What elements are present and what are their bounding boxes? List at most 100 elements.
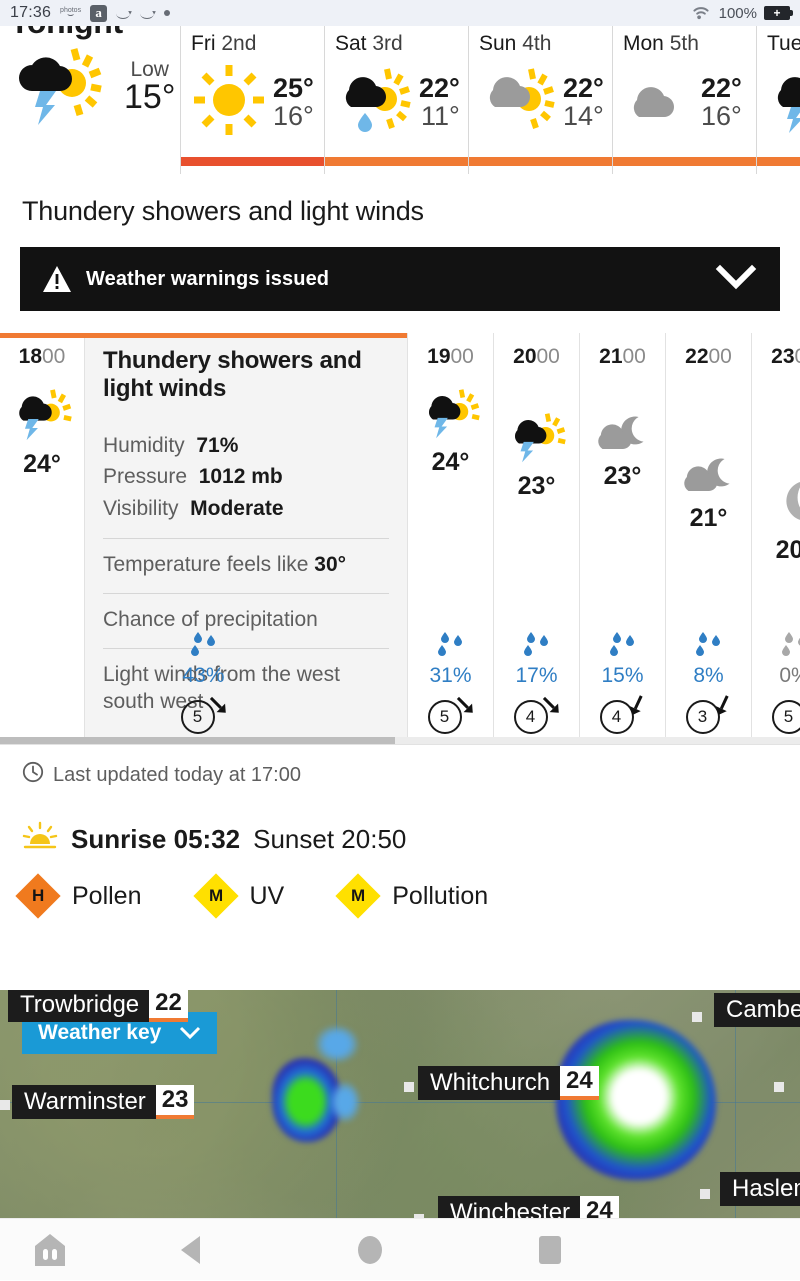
day-card-tue[interactable]: Tue xyxy=(756,26,800,174)
sunrise-icon xyxy=(22,821,58,858)
hour-precip-value: 17% xyxy=(515,664,557,688)
smile-icon xyxy=(140,8,155,18)
hour-precip: 15% xyxy=(580,631,665,688)
divider xyxy=(103,593,389,594)
map-label-winchester[interactable]: Winchester 24 xyxy=(438,1196,619,1218)
day-temps: 25° 16° xyxy=(273,74,314,131)
hour-temp: 21° xyxy=(690,504,728,533)
weather-warning-section: Weather warnings issued xyxy=(0,227,800,311)
weather-warning-banner[interactable]: Weather warnings issued xyxy=(20,247,780,311)
hour-wind: 5 xyxy=(752,694,800,738)
day-card-tonight[interactable]: Tonight Low xyxy=(0,26,180,174)
hour-time: 2200 xyxy=(685,345,732,369)
wind-badge: 4 xyxy=(597,694,649,738)
hour-card-selected[interactable]: 1800 24° xyxy=(0,333,407,744)
day-temp-bar xyxy=(469,157,612,166)
hour-wind: 4 xyxy=(580,694,665,738)
map-label-camberley[interactable]: Camberley xyxy=(714,993,800,1027)
map-label-whitchurch[interactable]: Whitchurch 24 xyxy=(418,1066,599,1100)
status-bar-left: 17:36 photos ⌣ a xyxy=(10,4,170,22)
status-time: 17:36 xyxy=(10,4,51,22)
hour-precip: 0% xyxy=(752,631,800,688)
last-updated: Last updated today at 17:00 xyxy=(0,745,800,789)
thunder-sun-icon xyxy=(767,63,800,142)
cloud-icon xyxy=(623,70,695,135)
day-temp-bar xyxy=(325,157,468,166)
map-label-warminster[interactable]: Warminster 23 xyxy=(12,1085,194,1119)
battery-percent: 100% xyxy=(719,5,757,22)
recents-icon[interactable] xyxy=(460,1219,640,1281)
android-navigation-bar[interactable] xyxy=(0,1218,800,1280)
feels-like-value: 30° xyxy=(314,553,346,576)
hour-card-1900[interactable]: 1900 24° xyxy=(407,333,493,744)
day-card-sun[interactable]: Sun 4th 22° 14° xyxy=(468,26,612,174)
hourly-forecast-strip[interactable]: 1800 24° xyxy=(0,333,800,745)
index-pollen[interactable]: H Pollen xyxy=(22,880,142,912)
day-card-sat[interactable]: Sat 3rd 22° 11° xyxy=(324,26,468,174)
hour-card-2200[interactable]: 2200 21° 8% 3 xyxy=(665,333,751,744)
back-icon[interactable] xyxy=(100,1219,280,1281)
smile-icon xyxy=(116,8,131,18)
map-point xyxy=(404,1082,414,1092)
uv-level: M xyxy=(208,886,222,906)
hour-wind: 5 xyxy=(0,694,407,738)
day-card-mon[interactable]: Mon 5th 22° 16° xyxy=(612,26,756,174)
rain-cell xyxy=(556,1020,716,1180)
hour-time: 2300 xyxy=(771,345,800,369)
pressure-value: 1012 mb xyxy=(199,465,283,488)
map-point xyxy=(0,1100,10,1110)
raindrops-icon xyxy=(519,631,555,662)
chevron-down-icon[interactable] xyxy=(714,263,758,296)
hour-time: 2100 xyxy=(599,345,646,369)
cloud-moon-icon xyxy=(677,455,741,504)
weather-map[interactable]: Weather key Trowbridge 22 Warminster 23 … xyxy=(0,990,800,1218)
forecast-headline: Thundery showers and light winds xyxy=(0,174,800,227)
thunder-sun-icon xyxy=(419,385,483,448)
thunder-sun-icon xyxy=(10,41,106,132)
hour-precip-value: 8% xyxy=(693,664,723,688)
dot-icon xyxy=(164,10,170,16)
wind-badge: 5 xyxy=(178,694,230,738)
day-temp-bar xyxy=(757,157,800,166)
day-card-fri[interactable]: Fri 2nd 25° 16° xyxy=(180,26,324,174)
tonight-low-temp: 15° xyxy=(124,78,175,116)
weather-key-label: Weather key xyxy=(38,1021,161,1045)
hour-precip: 17% xyxy=(494,631,579,688)
humidity-value: 71% xyxy=(196,434,238,457)
humidity-row: Humidity 71% xyxy=(103,430,389,462)
keyboard-pin-icon[interactable] xyxy=(0,1219,100,1281)
hour-selected-summary: 1800 24° xyxy=(0,333,85,744)
home-icon[interactable] xyxy=(280,1219,460,1281)
index-uv[interactable]: M UV xyxy=(200,880,285,912)
thunder-sun-icon xyxy=(505,409,569,472)
hourly-scrollbar[interactable] xyxy=(0,737,395,744)
hour-detail-stats: Humidity 71% Pressure 1012 mb Visibility… xyxy=(103,430,389,525)
hour-wind: 5 xyxy=(408,694,493,738)
sunset-text: Sunset 20:50 xyxy=(253,824,406,855)
map-point xyxy=(700,1189,710,1199)
hour-precip: 8% xyxy=(666,631,751,688)
hour-card-2100[interactable]: 2100 23° 15% 4 xyxy=(579,333,665,744)
rain-sun-icon xyxy=(335,63,413,142)
wifi-icon xyxy=(690,3,712,24)
day-high: 22° xyxy=(419,74,460,102)
divider xyxy=(103,538,389,539)
last-updated-text: Last updated today at 17:00 xyxy=(53,764,301,787)
hour-wind: 3 xyxy=(666,694,751,738)
day-forecast-strip[interactable]: Tonight Low xyxy=(0,26,800,174)
uv-label: UV xyxy=(250,882,285,911)
hour-card-2300[interactable]: 2300 20° 0% 5 xyxy=(751,333,800,744)
hour-temp: 20° xyxy=(776,536,800,565)
map-label-trowbridge[interactable]: Trowbridge 22 xyxy=(8,990,188,1022)
weather-warning-label: Weather warnings issued xyxy=(86,268,329,291)
raindrops-icon xyxy=(433,631,469,662)
day-label: Mon 5th xyxy=(623,26,746,56)
cloud-moon-icon xyxy=(591,413,655,462)
map-label-haslemere[interactable]: Haslemere xyxy=(720,1172,800,1206)
map-place-name: Warminster xyxy=(12,1088,156,1116)
thunder-sun-icon xyxy=(9,385,75,450)
hour-card-2000[interactable]: 2000 23° xyxy=(493,333,579,744)
hour-temp: 23° xyxy=(518,472,556,501)
index-pollution[interactable]: M Pollution xyxy=(342,880,488,912)
hour-temp: 24° xyxy=(23,450,61,479)
